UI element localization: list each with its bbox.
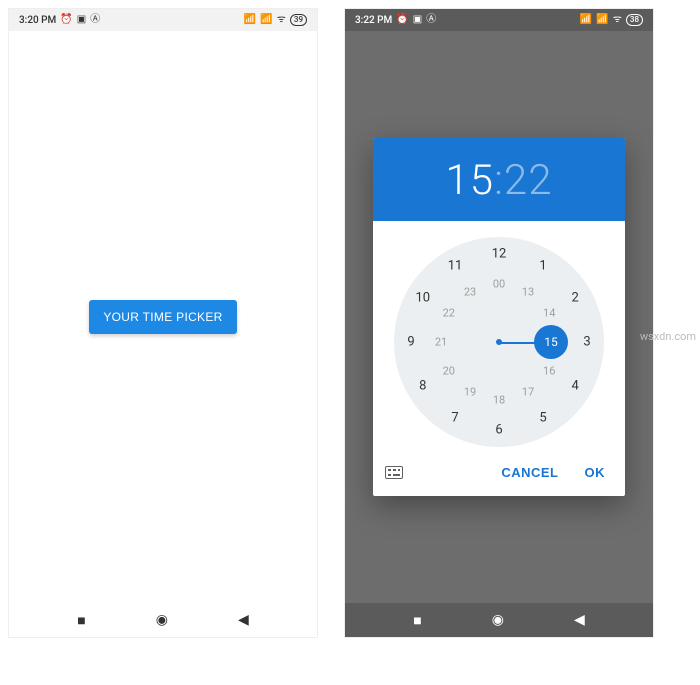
status-time: 3:20 PM — [19, 15, 56, 26]
signal-icon: 📶 — [244, 15, 256, 25]
screen-body: 15:22 15 12 00 1 13 2 14 3 15 4 16 5 17 6 18 7 19 8 20 9 21… — [345, 31, 653, 603]
wifi-icon: ᯤ — [613, 15, 622, 25]
battery-icon: 39 — [290, 14, 307, 26]
nav-back-icon[interactable]: ◀ — [574, 612, 585, 628]
status-bar: 3:20 PM ⏰ ▣ Ⓐ 📶 📶 ᯤ 39 — [9, 9, 317, 31]
phone-right: 3:22 PM ⏰ ▣ Ⓐ 📶 📶 ᯤ 38 15:22 — [344, 8, 654, 638]
square-icon: ▣ — [413, 15, 422, 25]
hour-10[interactable]: 10 — [415, 291, 430, 306]
nav-recent-icon[interactable]: ■ — [413, 612, 421, 629]
hour-5[interactable]: 5 — [539, 411, 546, 426]
nav-home-icon[interactable]: ◉ — [156, 612, 168, 628]
hour-21[interactable]: 21 — [435, 336, 447, 349]
hour-23[interactable]: 23 — [464, 285, 476, 298]
clock-selected-knob[interactable]: 15 — [534, 325, 568, 359]
status-time: 3:22 PM — [355, 15, 392, 26]
status-bar: 3:22 PM ⏰ ▣ Ⓐ 📶 📶 ᯤ 38 — [345, 9, 653, 31]
hour-11[interactable]: 11 — [448, 258, 463, 273]
keyboard-icon[interactable] — [385, 466, 403, 479]
phone-left: 3:20 PM ⏰ ▣ Ⓐ 📶 📶 ᯤ 39 YOUR TIME PICKER … — [8, 8, 318, 638]
circle-a-icon: Ⓐ — [426, 15, 436, 25]
hour-00[interactable]: 00 — [493, 278, 505, 291]
hour-18[interactable]: 18 — [493, 394, 505, 407]
hour-12[interactable]: 12 — [492, 247, 507, 262]
time-picker-dialog: 15:22 15 12 00 1 13 2 14 3 15 4 16 5 17 6 18 7 19 8 20 9 21… — [373, 138, 625, 496]
cancel-button[interactable]: CANCEL — [493, 459, 566, 486]
hour-7[interactable]: 7 — [451, 411, 458, 426]
clock-face[interactable]: 15 1200113214315416517618719820921102211… — [394, 237, 604, 447]
battery-icon: 38 — [626, 14, 643, 26]
nav-bar: ■ ◉ ◀ — [345, 603, 653, 637]
hour-16[interactable]: 16 — [543, 365, 555, 378]
signal2-icon: 📶 — [260, 15, 272, 25]
screen-body: YOUR TIME PICKER — [9, 31, 317, 603]
hour-1[interactable]: 1 — [539, 258, 546, 273]
dialog-body: 15 1200113214315416517618719820921102211… — [373, 221, 625, 455]
wifi-icon: ᯤ — [277, 15, 286, 25]
hour-8[interactable]: 8 — [419, 379, 426, 394]
watermark: wsxdn.com — [640, 330, 696, 343]
clock-center-icon — [496, 339, 502, 345]
time-display[interactable]: 15:22 — [373, 156, 625, 205]
hour-13[interactable]: 13 — [522, 285, 534, 298]
minute-value[interactable]: 22 — [504, 156, 553, 205]
ok-button[interactable]: OK — [577, 459, 614, 486]
hour-19[interactable]: 19 — [464, 386, 476, 399]
nav-back-icon[interactable]: ◀ — [238, 612, 249, 628]
hour-20[interactable]: 20 — [443, 365, 455, 378]
square-icon: ▣ — [77, 15, 86, 25]
dialog-header: 15:22 — [373, 138, 625, 221]
nav-recent-icon[interactable]: ■ — [77, 612, 85, 629]
hour-9[interactable]: 9 — [407, 335, 414, 350]
alarm-icon: ⏰ — [396, 15, 408, 25]
hour-6[interactable]: 6 — [495, 423, 502, 438]
hour-4[interactable]: 4 — [572, 379, 579, 394]
hour-14[interactable]: 14 — [543, 307, 555, 320]
signal2-icon: 📶 — [596, 15, 608, 25]
signal-icon: 📶 — [580, 15, 592, 25]
alarm-icon: ⏰ — [60, 15, 72, 25]
your-time-picker-button[interactable]: YOUR TIME PICKER — [89, 300, 236, 334]
hour-value[interactable]: 15 — [445, 156, 494, 205]
nav-home-icon[interactable]: ◉ — [492, 612, 504, 628]
hour-22[interactable]: 22 — [443, 307, 455, 320]
hour-3[interactable]: 3 — [583, 335, 590, 350]
nav-bar: ■ ◉ ◀ — [9, 603, 317, 637]
hour-2[interactable]: 2 — [572, 291, 579, 306]
circle-a-icon: Ⓐ — [90, 15, 100, 25]
hour-17[interactable]: 17 — [522, 386, 534, 399]
